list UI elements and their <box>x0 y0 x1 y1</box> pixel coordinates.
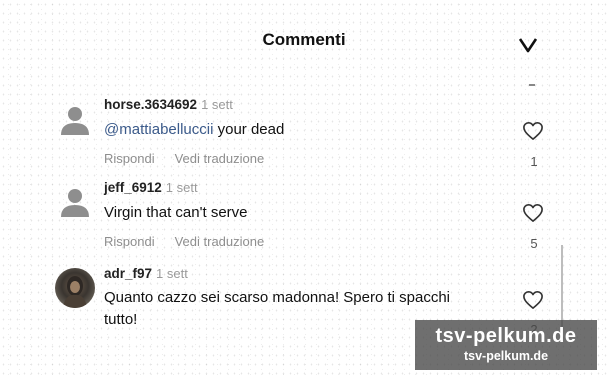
username-text[interactable]: jeff_6912 <box>104 180 162 195</box>
like-count: 1 <box>530 154 538 169</box>
comment-body: Quanto cazzo sei scarso madonna! Spero t… <box>104 289 451 328</box>
watermark-large: tsv-pelkum.de <box>435 325 577 347</box>
avatar[interactable] <box>55 268 95 308</box>
comment-username[interactable]: jeff_6912 1 sett <box>104 180 198 195</box>
reply-button[interactable]: Rispondi <box>104 234 155 249</box>
comment-actions: Rispondi Vedi traduzione <box>104 151 264 166</box>
reply-button[interactable]: Rispondi <box>104 151 155 166</box>
comment-text: Quanto cazzo sei scarso madonna! Spero t… <box>104 287 464 331</box>
profile-photo-icon <box>63 276 87 308</box>
comment-body: Virgin that can't serve <box>104 204 248 221</box>
chevron-down-icon[interactable] <box>517 36 539 54</box>
comment-time: 1 sett <box>165 180 198 195</box>
person-icon <box>61 189 89 217</box>
avatar[interactable] <box>55 183 95 223</box>
divider <box>529 84 535 86</box>
comment-actions: Rispondi Vedi traduzione <box>104 234 264 249</box>
comment-text: @mattiabelluccii your dead <box>104 119 474 141</box>
username-text[interactable]: adr_f97 <box>104 266 152 281</box>
comment-text: Virgin that can't serve <box>104 202 474 224</box>
comment-time: 1 sett <box>201 97 233 112</box>
comment-username[interactable]: horse.3634692 1 sett <box>104 97 233 112</box>
translate-button[interactable]: Vedi traduzione <box>175 234 265 249</box>
comment-username[interactable]: adr_f97 1 sett <box>104 266 188 281</box>
watermark-small: tsv-pelkum.de <box>463 349 549 363</box>
translate-button[interactable]: Vedi traduzione <box>175 151 265 166</box>
mention-link[interactable]: @mattiabelluccii <box>104 121 213 138</box>
comment-body: your dead <box>213 121 285 138</box>
heart-icon[interactable] <box>522 203 544 223</box>
watermark: tsv-pelkum.de tsv-pelkum.de <box>415 320 597 370</box>
username-text[interactable]: horse.3634692 <box>104 97 197 112</box>
heart-icon[interactable] <box>522 290 544 310</box>
comment-time: 1 sett <box>156 266 188 281</box>
avatar[interactable] <box>55 101 95 141</box>
like-count: 5 <box>530 236 538 251</box>
heart-icon[interactable] <box>522 121 544 141</box>
person-icon <box>61 107 89 135</box>
